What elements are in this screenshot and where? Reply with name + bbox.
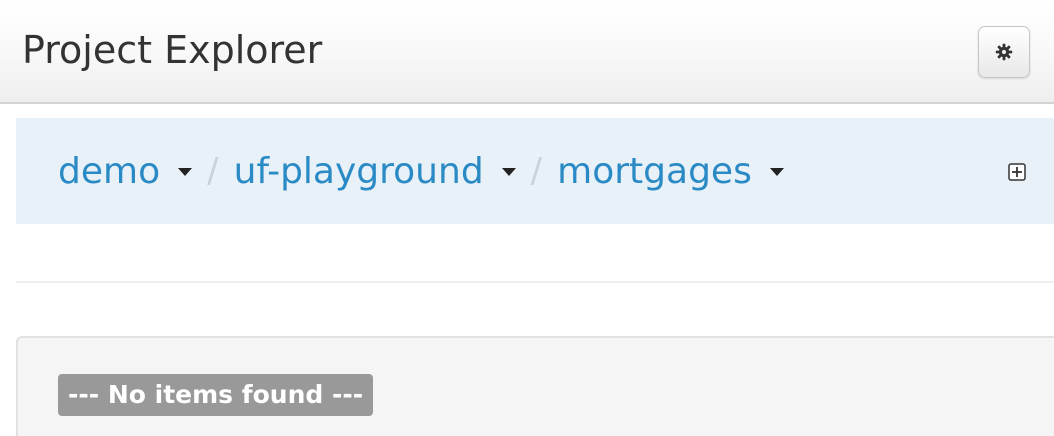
empty-state-badge: --- No items found ---: [58, 374, 374, 416]
gear-icon: [995, 43, 1013, 61]
page-title: Project Explorer: [22, 28, 323, 72]
breadcrumb-link[interactable]: mortgages: [557, 151, 752, 192]
breadcrumb-item-mortgages[interactable]: mortgages: [557, 151, 784, 192]
breadcrumb-item-uf-playground[interactable]: uf-playground: [234, 151, 516, 192]
breadcrumb: demo / uf-playground / mortgages: [58, 148, 784, 194]
settings-button[interactable]: [978, 26, 1030, 78]
breadcrumb-divider: /: [530, 151, 543, 191]
breadcrumb-bar: demo / uf-playground / mortgages: [16, 118, 1054, 224]
breadcrumb-link[interactable]: uf-playground: [234, 151, 484, 192]
caret-down-icon[interactable]: [769, 168, 784, 176]
project-explorer-page: Project Explorer demo / uf-playground / …: [0, 0, 1054, 436]
breadcrumb-divider: /: [207, 151, 219, 191]
caret-down-icon[interactable]: [178, 168, 193, 176]
breadcrumb-item-demo[interactable]: demo: [58, 151, 193, 192]
items-panel: --- No items found ---: [16, 336, 1054, 436]
plus-square-icon[interactable]: [1008, 163, 1026, 181]
header: Project Explorer: [0, 0, 1054, 104]
caret-down-icon[interactable]: [501, 168, 516, 176]
breadcrumb-link[interactable]: demo: [58, 151, 160, 192]
section-divider: [16, 281, 1054, 283]
